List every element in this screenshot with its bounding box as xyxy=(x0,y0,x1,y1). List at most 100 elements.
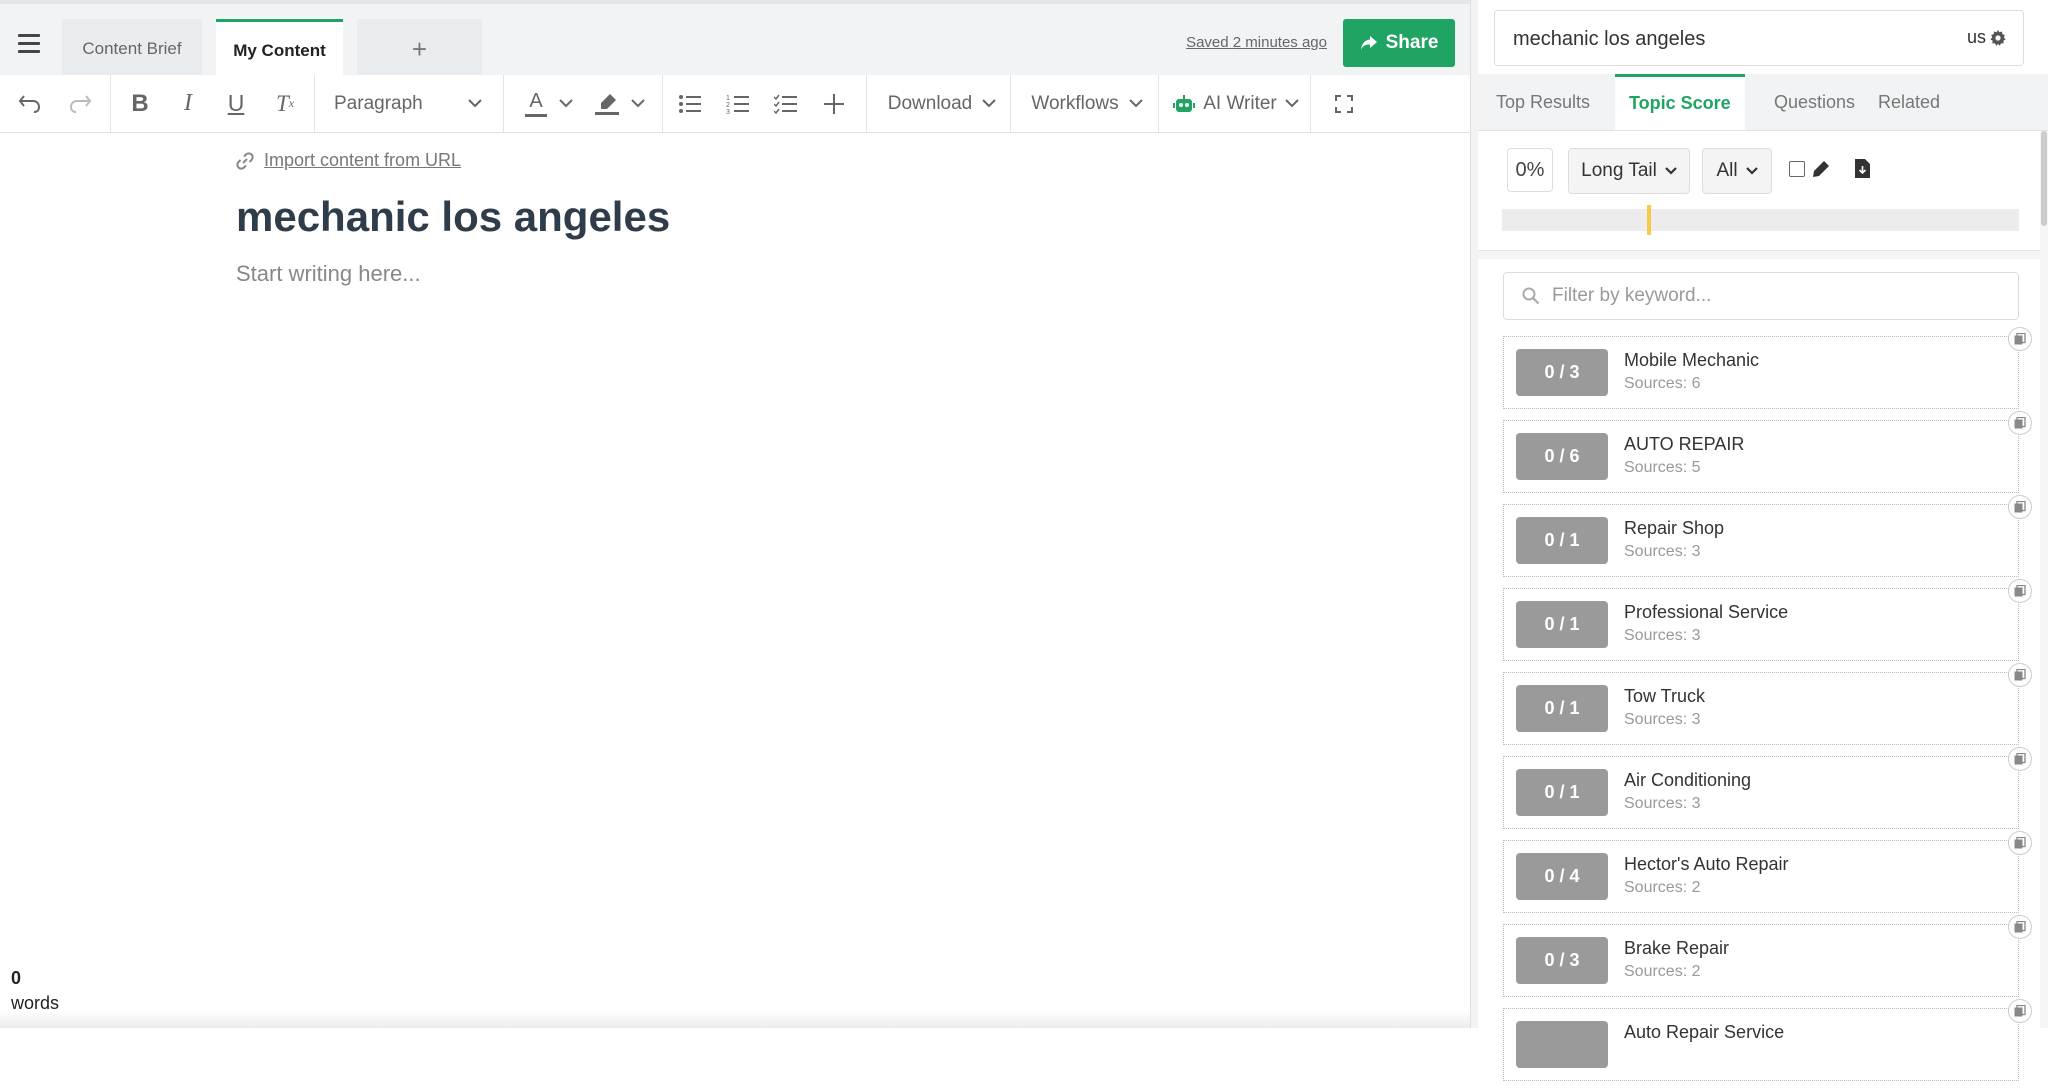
formatting-toolbar: B I U Tx Paragraph A 123 Download Workfl… xyxy=(0,75,1470,133)
italic-icon[interactable]: I xyxy=(172,75,204,132)
fullscreen-icon[interactable] xyxy=(1328,75,1360,132)
topic-row[interactable]: 0 / 3 Brake Repair Sources: 2 xyxy=(1503,915,2032,997)
pen-icon[interactable] xyxy=(1812,160,1830,178)
toolbar-divider xyxy=(866,75,867,132)
topic-score-badge: 0 / 1 xyxy=(1516,517,1608,564)
tab-questions[interactable]: Questions xyxy=(1774,74,1855,130)
copy-icon[interactable] xyxy=(2008,747,2032,771)
panel-scrollbar[interactable] xyxy=(2040,131,2048,1028)
topic-sources: Sources: 3 xyxy=(1624,711,1701,728)
add-tab-button[interactable]: + xyxy=(357,19,482,79)
toolbar-divider xyxy=(662,75,663,132)
keyword-input[interactable]: mechanic los angeles xyxy=(1494,10,2024,66)
copy-icon[interactable] xyxy=(2008,327,2032,351)
topic-row[interactable]: 0 / 1 Professional Service Sources: 3 xyxy=(1503,579,2032,661)
ai-writer-label: AI Writer xyxy=(1203,92,1277,114)
document-title[interactable]: mechanic los angeles xyxy=(236,193,670,241)
score-target-marker xyxy=(1646,205,1651,235)
topic-row[interactable]: 0 / 6 AUTO REPAIR Sources: 5 xyxy=(1503,411,2032,493)
plus-icon[interactable] xyxy=(818,75,850,132)
topic-sources: Sources: 2 xyxy=(1624,963,1701,980)
workflows-menu[interactable]: Workflows xyxy=(1018,75,1156,132)
chevron-down-icon xyxy=(559,99,573,108)
copy-icon[interactable] xyxy=(2008,663,2032,687)
topic-row[interactable]: Auto Repair Service xyxy=(1503,999,2032,1081)
numbered-list-icon[interactable]: 123 xyxy=(722,75,754,132)
phrase-type-value: Long Tail xyxy=(1581,160,1657,181)
pane-resizer[interactable] xyxy=(1470,0,1478,1028)
locale-settings[interactable]: us xyxy=(1967,27,2006,48)
chevron-down-icon xyxy=(468,99,482,108)
editor-placeholder[interactable]: Start writing here... xyxy=(236,261,670,287)
chevron-down-icon xyxy=(1665,167,1677,175)
editor-body[interactable]: Import content from URL mechanic los ang… xyxy=(236,150,670,287)
link-icon xyxy=(236,151,254,170)
file-download-icon[interactable] xyxy=(1855,159,1870,178)
word-count-value: 0 xyxy=(11,968,22,988)
copy-icon[interactable] xyxy=(2008,579,2032,603)
toolbar-divider xyxy=(503,75,504,132)
checklist-icon[interactable] xyxy=(770,75,802,132)
topic-row[interactable]: 0 / 1 Air Conditioning Sources: 3 xyxy=(1503,747,2032,829)
score-percent: 0% xyxy=(1507,148,1553,192)
panel-scrollbar-thumb[interactable] xyxy=(2041,131,2047,226)
editor-bottom-edge xyxy=(0,1010,1470,1028)
clear-format-icon[interactable]: Tx xyxy=(268,75,302,132)
topic-row[interactable]: 0 / 3 Mobile Mechanic Sources: 6 xyxy=(1503,327,2032,409)
topic-name: Mobile Mechanic xyxy=(1624,350,1760,370)
copy-icon[interactable] xyxy=(2008,411,2032,435)
phrase-type-select[interactable]: Long Tail xyxy=(1568,148,1690,194)
ai-writer-menu[interactable]: AI Writer xyxy=(1166,75,1306,132)
copy-icon[interactable] xyxy=(2008,831,2032,855)
paragraph-style-select[interactable]: Paragraph xyxy=(322,75,494,132)
saved-status[interactable]: Saved 2 minutes ago xyxy=(1186,34,1327,51)
toolbar-divider xyxy=(1010,75,1011,132)
search-icon xyxy=(1522,287,1540,305)
topic-score-badge: 0 / 6 xyxy=(1516,433,1608,480)
topic-score-badge: 0 / 1 xyxy=(1516,601,1608,648)
download-label: Download xyxy=(887,92,973,114)
editor-topbar: Content Brief My Content + Saved 2 minut… xyxy=(0,0,1470,79)
keyword-filter-placeholder: Filter by keyword... xyxy=(1552,285,1712,306)
redo-icon[interactable] xyxy=(62,75,98,132)
topic-name: Repair Shop xyxy=(1624,518,1725,538)
select-all-checkbox[interactable] xyxy=(1789,161,1805,177)
scope-select[interactable]: All xyxy=(1702,148,1772,194)
topic-row[interactable]: 0 / 1 Repair Shop Sources: 3 xyxy=(1503,495,2032,577)
menu-icon[interactable] xyxy=(18,34,40,53)
share-label: Share xyxy=(1385,32,1439,53)
topic-score-badge: 0 / 4 xyxy=(1516,853,1608,900)
tab-my-content[interactable]: My Content xyxy=(216,19,343,79)
tab-content-brief[interactable]: Content Brief xyxy=(62,19,202,79)
download-menu[interactable]: Download xyxy=(874,75,1010,132)
keyword-filter-input[interactable]: Filter by keyword... xyxy=(1503,272,2019,320)
toolbar-divider xyxy=(110,75,111,132)
word-count: 0 words xyxy=(11,968,59,1014)
share-icon xyxy=(1360,36,1377,50)
toolbar-divider xyxy=(1310,75,1311,132)
highlight-button[interactable] xyxy=(588,75,652,132)
topic-sources: Sources: 3 xyxy=(1624,627,1701,644)
topic-row[interactable]: 0 / 1 Tow Truck Sources: 3 xyxy=(1503,663,2032,745)
tab-topic-score[interactable]: Topic Score xyxy=(1615,74,1745,130)
topic-row[interactable]: 0 / 4 Hector's Auto Repair Sources: 2 xyxy=(1503,831,2032,913)
copy-icon[interactable] xyxy=(2008,999,2032,1023)
svg-text:2: 2 xyxy=(726,102,730,109)
bold-icon[interactable]: B xyxy=(124,75,156,132)
copy-icon[interactable] xyxy=(2008,915,2032,939)
chevron-down-icon xyxy=(1745,167,1758,175)
import-url-link[interactable]: Import content from URL xyxy=(236,150,670,171)
locale-label: us xyxy=(1966,27,1986,47)
chevron-down-icon xyxy=(982,99,996,108)
tab-top-results[interactable]: Top Results xyxy=(1496,74,1590,130)
text-color-button[interactable]: A xyxy=(518,75,580,132)
tab-related[interactable]: Related xyxy=(1878,74,1940,130)
topic-sources: Sources: 2 xyxy=(1624,879,1701,896)
share-button[interactable]: Share xyxy=(1343,19,1455,67)
underline-icon[interactable]: U xyxy=(220,75,252,132)
undo-icon[interactable] xyxy=(12,75,48,132)
robot-icon xyxy=(1173,94,1196,112)
topic-name: Brake Repair xyxy=(1624,938,1730,958)
copy-icon[interactable] xyxy=(2008,495,2032,519)
bullet-list-icon[interactable] xyxy=(674,75,706,132)
